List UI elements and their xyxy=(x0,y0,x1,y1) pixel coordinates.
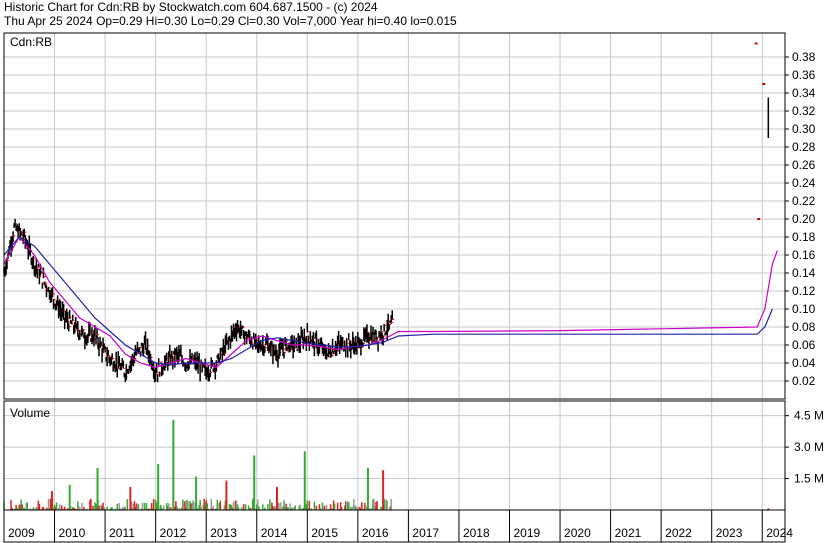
price-tick-label: 0.06 xyxy=(792,338,816,352)
year-label: 2013 xyxy=(210,526,237,540)
price-tick-label: 0.36 xyxy=(792,68,816,82)
price-tick-label: 0.20 xyxy=(792,212,816,226)
price-tick-label: 0.26 xyxy=(792,158,816,172)
volume-title: Volume xyxy=(10,406,50,420)
price-tick-label: 0.14 xyxy=(792,266,816,280)
year-label: 2022 xyxy=(665,526,692,540)
year-label: 2018 xyxy=(463,526,490,540)
year-label: 2017 xyxy=(412,526,439,540)
year-label: 2012 xyxy=(160,526,187,540)
price-tick-label: 0.32 xyxy=(792,104,816,118)
price-tick-label: 0.08 xyxy=(792,320,816,334)
price-tick-label: 0.16 xyxy=(792,248,816,262)
year-label: 2011 xyxy=(109,526,135,540)
volume-grid xyxy=(3,401,785,510)
price-grid xyxy=(3,33,785,399)
price-tick-label: 0.12 xyxy=(792,284,816,298)
stock-chart: 0.02 0.04 0.06 0.08 0.10 0.12 0.14 0.16 0.18 0.20… xyxy=(3,32,824,543)
symbol-label: Cdn:RB xyxy=(10,35,52,49)
year-label: 2009 xyxy=(8,526,35,540)
axis-labels: 0.02 0.04 0.06 0.08 0.10 0.12 0.14 0.16 0.18 0.20… xyxy=(3,50,824,542)
volume-tick-label: 4.5 M xyxy=(794,409,824,423)
year-label: 2020 xyxy=(564,526,591,540)
price-tick-label: 0.22 xyxy=(792,194,816,208)
year-label: 2016 xyxy=(362,526,389,540)
price-tick-label: 0.02 xyxy=(792,374,816,388)
volume-tick-label: 1.5 M xyxy=(794,472,824,486)
price-tick-label: 0.10 xyxy=(792,302,816,316)
price-panel-frame xyxy=(3,32,786,400)
year-label: 2010 xyxy=(59,526,86,540)
volume-panel-frame xyxy=(3,400,786,511)
year-label: 2024 xyxy=(766,526,793,540)
price-tick-label: 0.24 xyxy=(792,176,816,190)
year-label: 2019 xyxy=(514,526,541,540)
price-tick-label: 0.28 xyxy=(792,140,816,154)
year-label: 2014 xyxy=(261,526,288,540)
price-bars xyxy=(3,42,770,383)
price-tick-label: 0.04 xyxy=(792,356,816,370)
year-label: 2023 xyxy=(716,526,743,540)
year-label: 2021 xyxy=(615,526,642,540)
moving-average-long xyxy=(3,236,773,366)
year-label: 2015 xyxy=(311,526,338,540)
price-tick-label: 0.34 xyxy=(792,86,816,100)
volume-tick-label: 3.0 M xyxy=(794,440,824,454)
volume-bars xyxy=(3,419,770,510)
price-tick-label: 0.38 xyxy=(792,50,816,64)
price-tick-label: 0.30 xyxy=(792,122,816,136)
price-tick-label: 0.18 xyxy=(792,230,816,244)
